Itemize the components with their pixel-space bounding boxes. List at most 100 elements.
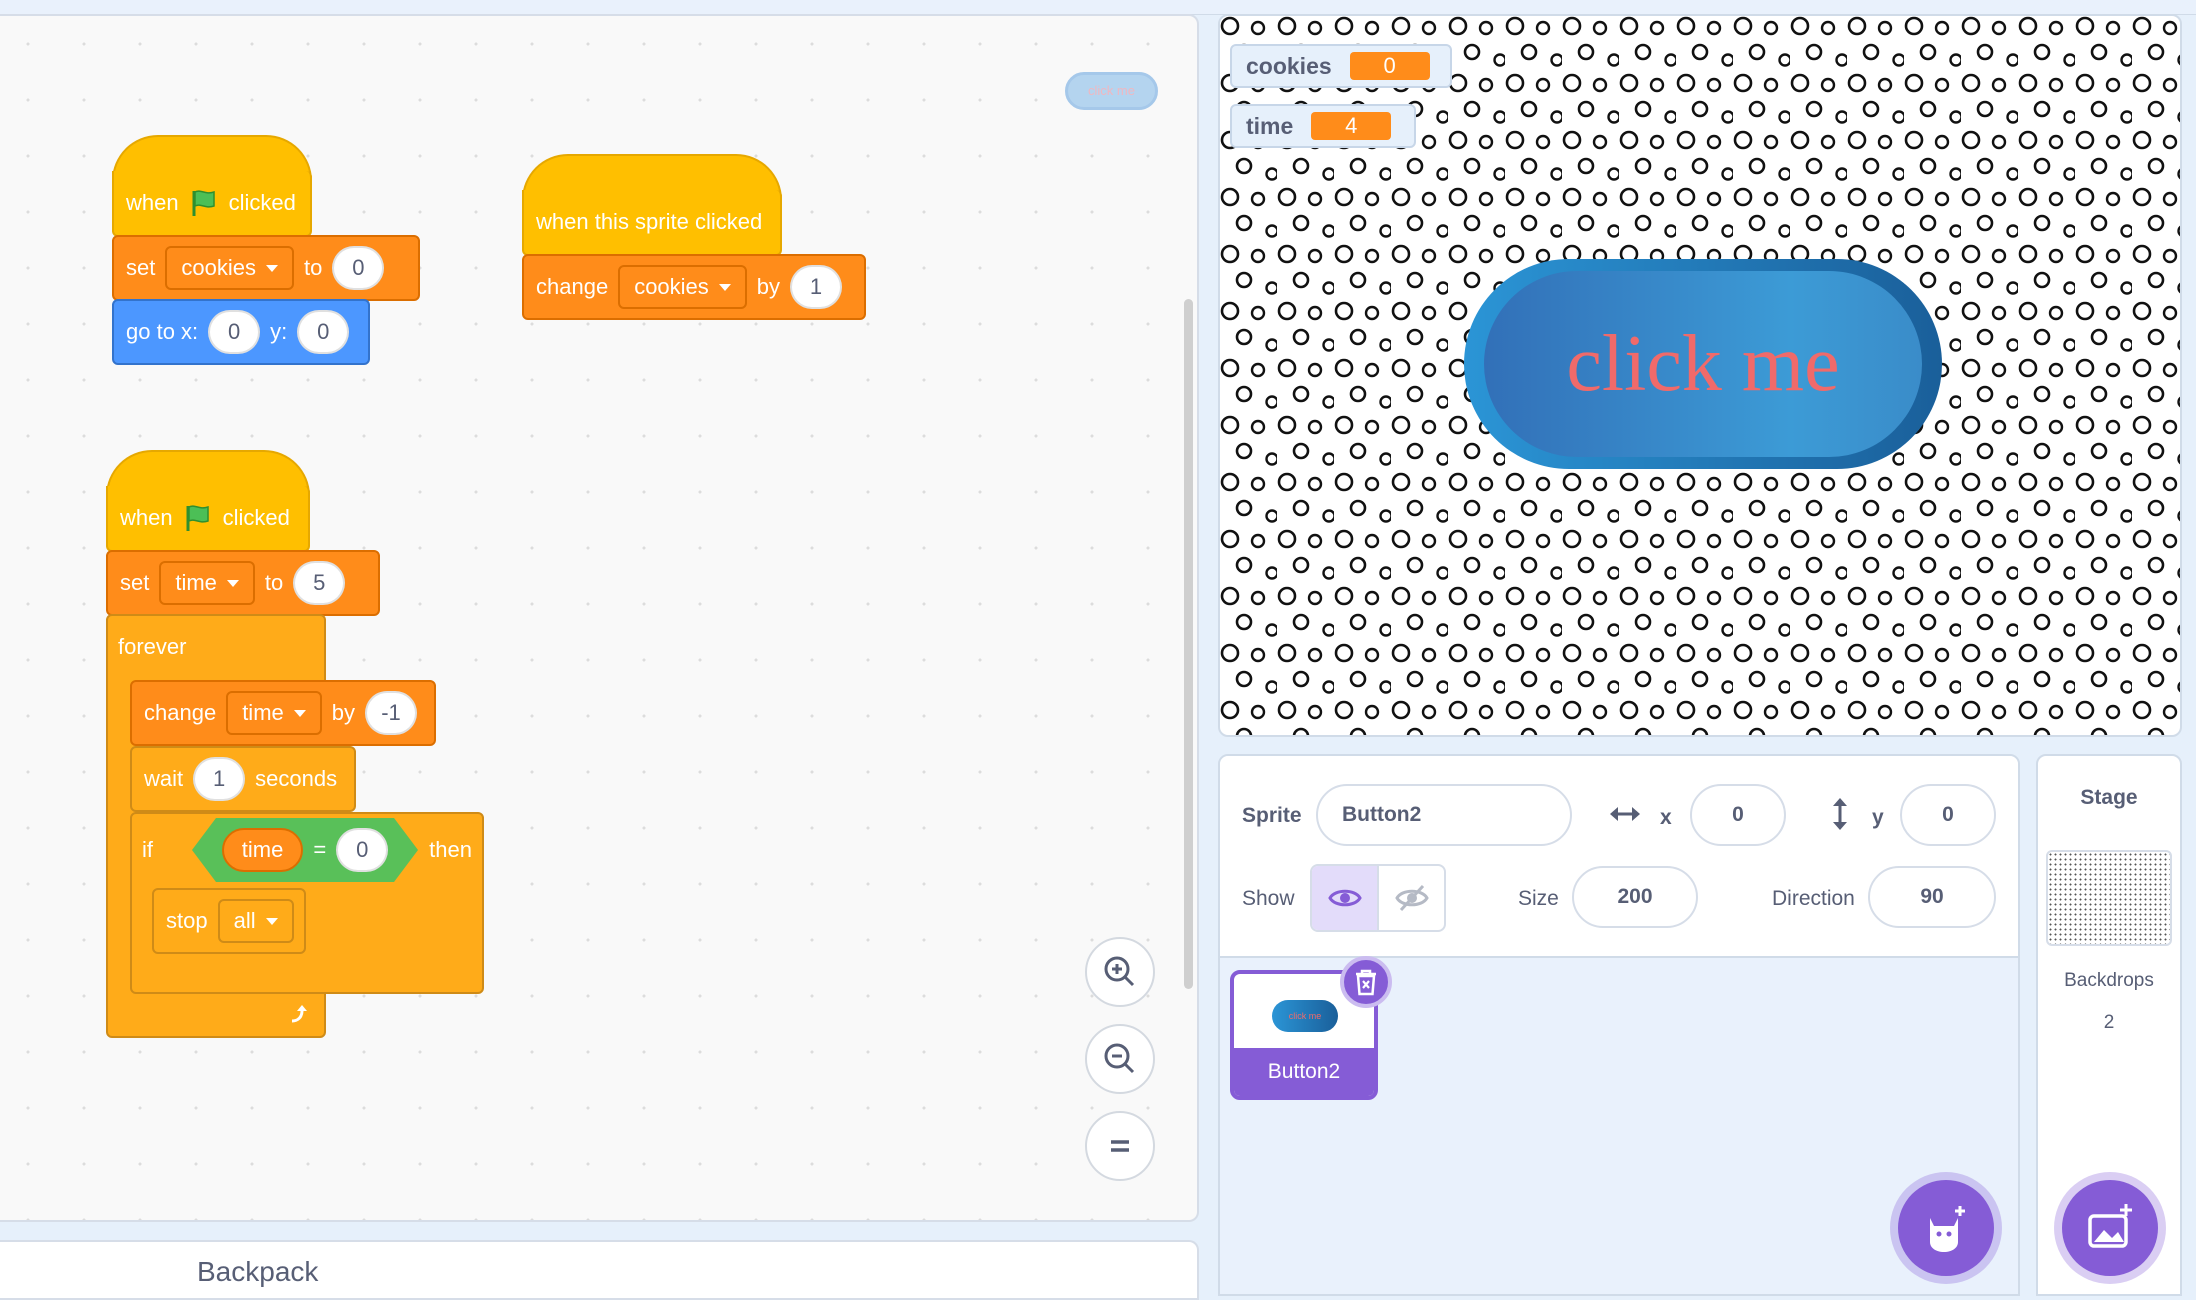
choose-sprite-button[interactable]	[1898, 1180, 1994, 1276]
dropdown-arrow-icon	[226, 579, 239, 587]
set-variable-block-1[interactable]: set cookies to 0	[112, 235, 420, 301]
block-text: wait	[144, 766, 184, 791]
show-hidden-button[interactable]	[1379, 866, 1444, 930]
monitor-value: 4	[1311, 112, 1392, 140]
block-text: forever	[118, 634, 187, 659]
image-plus-icon	[2088, 1204, 2132, 1248]
direction-label: Direction	[1772, 887, 1855, 910]
dropdown-label: time	[242, 700, 284, 725]
go-to-xy-block[interactable]: go to x: 0 y: 0	[112, 299, 370, 365]
time-monitor[interactable]: time 4	[1230, 104, 1416, 148]
sprite-thumb-name: Button2	[1234, 1048, 1374, 1096]
vertical-scrollbar[interactable]	[1184, 299, 1193, 989]
eye-icon	[1327, 889, 1362, 907]
sprite-name-input[interactable]: Button2	[1316, 784, 1572, 846]
direction-input[interactable]: 90	[1868, 866, 1996, 928]
y-label: y	[1872, 806, 1884, 829]
dropdown-arrow-icon	[265, 917, 278, 925]
block-text: go to x:	[126, 319, 199, 344]
set-variable-block-2[interactable]: set time to 5	[106, 550, 380, 616]
green-flag-icon	[186, 505, 209, 531]
block-text: by	[756, 274, 781, 299]
sprite-preview[interactable]: click me	[1065, 72, 1158, 110]
when-flag-clicked-block-1[interactable]: when clicked	[112, 171, 312, 237]
choose-backdrop-button[interactable]	[2062, 1180, 2158, 1276]
dropdown-arrow-icon	[293, 709, 306, 717]
stage-thumbnail[interactable]	[2046, 850, 2172, 946]
block-text: change	[144, 700, 217, 725]
operator-symbol: =	[313, 837, 327, 862]
backdrops-count: 2	[2103, 1012, 2115, 1033]
size-input[interactable]: 200	[1572, 866, 1698, 928]
delete-sprite-button[interactable]	[1340, 956, 1392, 1008]
variable-dropdown[interactable]: cookies	[618, 265, 747, 309]
block-text: when	[126, 190, 179, 215]
block-text: stop	[166, 908, 208, 933]
stop-option-dropdown[interactable]: all	[217, 899, 294, 943]
x-label: x	[1660, 806, 1672, 829]
zoom-reset-button[interactable]	[1085, 1111, 1155, 1181]
block-text: y:	[270, 319, 288, 344]
x-input[interactable]: 0	[1690, 784, 1786, 846]
block-text: by	[331, 700, 355, 725]
variable-dropdown[interactable]: time	[159, 561, 255, 605]
y-input[interactable]: 0	[1900, 784, 1996, 846]
monitor-label: time	[1246, 112, 1294, 139]
when-flag-clicked-block-2[interactable]: when clicked	[106, 486, 310, 552]
when-sprite-clicked-block[interactable]: when this sprite clicked	[522, 190, 782, 256]
wait-seconds-input[interactable]: 1	[193, 757, 246, 801]
backpack-label: Backpack	[197, 1256, 319, 1287]
zoom-out-button[interactable]	[1085, 1024, 1155, 1094]
compare-value-input[interactable]: 0	[336, 828, 388, 872]
code-area[interactable]: click me when clicked set cookies to 0 g…	[0, 14, 1199, 1222]
loop-arrow-icon	[286, 1001, 314, 1029]
stage[interactable]: cookies 0 time 4 click me	[1218, 14, 2182, 737]
block-text: clicked	[228, 190, 296, 215]
block-text: clicked	[222, 505, 290, 530]
backdrops-label: Backdrops	[2064, 970, 2154, 991]
value-input[interactable]: -1	[365, 691, 417, 735]
block-text: then	[429, 837, 472, 862]
block-text: seconds	[255, 766, 338, 791]
zoom-in-button[interactable]	[1085, 937, 1155, 1007]
x-input[interactable]: 0	[208, 310, 261, 354]
block-text: if	[142, 837, 153, 862]
top-strip	[0, 0, 2196, 15]
green-flag-icon	[192, 190, 215, 216]
variable-dropdown[interactable]: time	[226, 691, 322, 735]
block-text: to	[264, 570, 284, 595]
dropdown-arrow-icon	[718, 283, 731, 291]
click-me-text: click me	[1484, 271, 1922, 457]
dropdown-arrow-icon	[265, 264, 278, 272]
backpack[interactable]: Backpack	[0, 1240, 1199, 1300]
stage-pane[interactable]: Stage Backdrops 2	[2036, 754, 2182, 1296]
stop-block[interactable]: stop all	[152, 888, 306, 954]
cat-plus-icon	[1930, 1206, 1965, 1252]
y-input[interactable]: 0	[297, 310, 350, 354]
value-input[interactable]: 1	[790, 265, 843, 309]
show-visible-button[interactable]	[1312, 866, 1379, 930]
stage-pane-title: Stage	[2080, 786, 2138, 809]
monitor-label: cookies	[1246, 52, 1332, 79]
wait-block[interactable]: wait 1 seconds	[130, 746, 356, 812]
trash-icon	[1356, 969, 1376, 996]
change-variable-block-2[interactable]: change time by -1	[130, 680, 436, 746]
click-me-sprite[interactable]: click me	[1464, 259, 1942, 469]
vertical-arrows-icon	[1833, 798, 1847, 830]
show-label: Show	[1242, 887, 1295, 910]
monitor-value: 0	[1349, 52, 1430, 80]
dropdown-label: all	[233, 908, 256, 933]
cookies-monitor[interactable]: cookies 0	[1230, 44, 1452, 88]
zoom-out-icon	[1104, 1043, 1135, 1074]
block-text: when	[120, 505, 173, 530]
value-input[interactable]: 5	[293, 561, 346, 605]
block-text: set	[120, 570, 150, 595]
change-variable-block-1[interactable]: change cookies by 1	[522, 254, 866, 320]
zoom-in-icon	[1104, 956, 1135, 987]
time-reporter[interactable]: time	[222, 828, 304, 872]
eye-slash-icon	[1394, 884, 1429, 912]
equals-operator-block[interactable]: time = 0	[192, 818, 418, 882]
show-toggle	[1310, 864, 1446, 932]
variable-dropdown[interactable]: cookies	[165, 246, 294, 290]
value-input[interactable]: 0	[332, 246, 385, 290]
